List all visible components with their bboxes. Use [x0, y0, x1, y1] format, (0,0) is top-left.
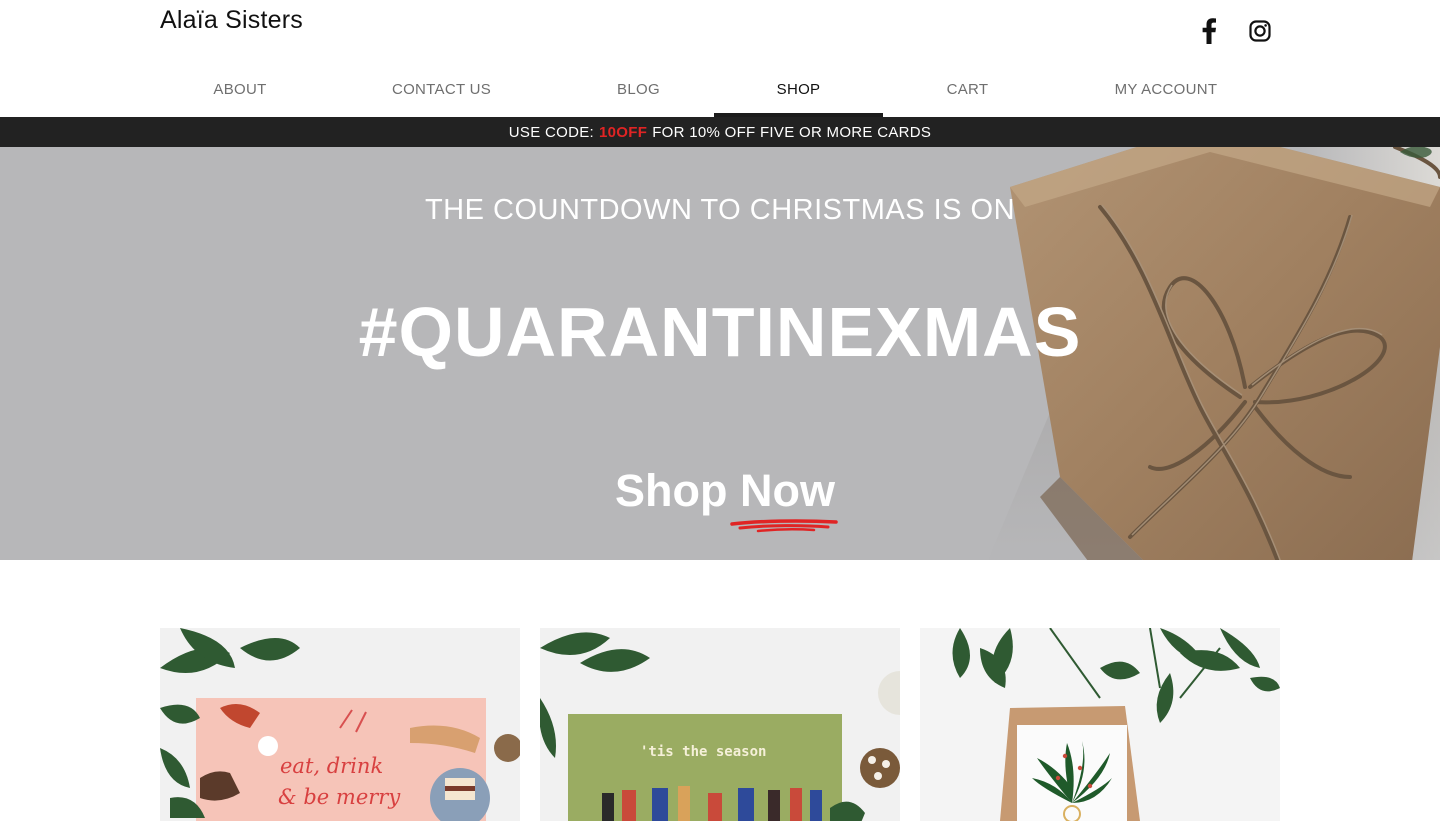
nav-item-blog[interactable]: BLOG: [563, 62, 714, 117]
site-header: Alaïa Sisters ABOUT CONTACT US BLOG SHOP…: [0, 0, 1440, 117]
facebook-icon[interactable]: [1194, 16, 1224, 46]
card-text: 'tis the season: [640, 744, 766, 760]
nav-item-about[interactable]: ABOUT: [160, 62, 320, 117]
main-nav: ABOUT CONTACT US BLOG SHOP CART MY ACCOU…: [160, 62, 1280, 117]
brand-logo[interactable]: Alaïa Sisters: [160, 6, 303, 35]
card-text-line-1: eat, drink: [280, 754, 383, 778]
product-card[interactable]: [920, 628, 1280, 821]
product-card[interactable]: 'tis the season: [540, 628, 900, 821]
nav-item-cart[interactable]: CART: [883, 62, 1052, 117]
product-card[interactable]: eat, drink & be merry: [160, 628, 520, 821]
product-grid: eat, drink & be merry 'tis the season: [160, 628, 1280, 821]
nav-item-contact-us[interactable]: CONTACT US: [320, 62, 563, 117]
shop-now-button[interactable]: Shop Now: [610, 465, 840, 535]
product-image: 'tis the season: [540, 628, 900, 821]
promo-prefix: USE CODE:: [508, 123, 594, 141]
shop-now-label: Shop Now: [615, 465, 835, 516]
promo-suffix: FOR 10% OFF FIVE OR MORE CARDS: [652, 123, 932, 141]
product-image: eat, drink & be merry: [160, 628, 520, 821]
instagram-icon[interactable]: [1245, 16, 1275, 46]
brush-underline-icon: [730, 519, 838, 533]
nav-item-shop[interactable]: SHOP: [714, 62, 883, 117]
hero-title: #QUARANTINEXMAS: [358, 293, 1082, 371]
promo-code: 10OFF: [599, 123, 648, 141]
card-text-line-2: & be merry: [278, 785, 401, 809]
hero-subtitle: THE COUNTDOWN TO CHRISTMAS IS ON: [424, 194, 1016, 226]
hero-banner: THE COUNTDOWN TO CHRISTMAS IS ON #QUARAN…: [0, 147, 1440, 560]
nav-item-my-account[interactable]: MY ACCOUNT: [1052, 62, 1280, 117]
product-image: [920, 628, 1280, 821]
promo-banner: USE CODE: 10OFF FOR 10% OFF FIVE OR MORE…: [0, 117, 1440, 147]
